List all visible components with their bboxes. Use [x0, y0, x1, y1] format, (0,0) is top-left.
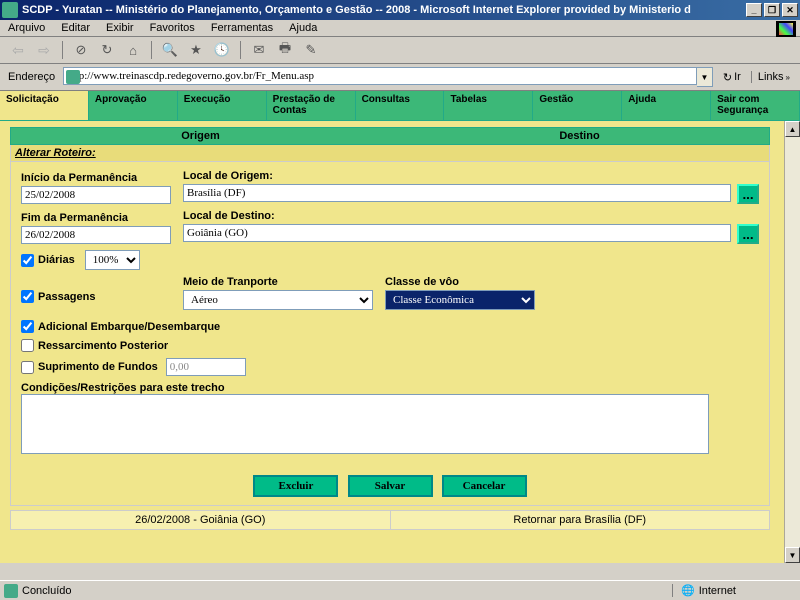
menu-bar: Arquivo Editar Exibir Favoritos Ferramen…	[0, 20, 800, 37]
origem-input[interactable]	[183, 184, 731, 202]
diarias-checkbox[interactable]	[21, 254, 34, 267]
footer-right[interactable]: Retornar para Brasília (DF)	[391, 511, 770, 529]
menu-favoritos[interactable]: Favoritos	[150, 22, 195, 34]
restore-button[interactable]: ❐	[764, 3, 780, 17]
links-button[interactable]: Links»	[751, 71, 796, 83]
excluir-button[interactable]: Excluir	[253, 475, 338, 497]
mail-button[interactable]: ✉	[249, 40, 269, 60]
close-button[interactable]: ✕	[782, 3, 798, 17]
inicio-input[interactable]	[21, 186, 171, 204]
suprimento-checkbox[interactable]	[21, 361, 34, 374]
scroll-down-icon[interactable]: ▼	[785, 547, 800, 563]
menu-arquivo[interactable]: Arquivo	[8, 22, 45, 34]
suprimento-label: Suprimento de Fundos	[38, 361, 158, 373]
suprimento-input[interactable]	[166, 358, 246, 376]
destino-label: Local de Destino:	[183, 210, 759, 222]
tab-aprovacao[interactable]: Aprovação	[89, 91, 178, 120]
adicional-label: Adicional Embarque/Desembarque	[38, 321, 220, 333]
fim-input[interactable]	[21, 226, 171, 244]
footer-left[interactable]: 26/02/2008 - Goiânia (GO)	[11, 511, 391, 529]
address-bar: Endereço ▼ ↻Ir Links»	[0, 64, 800, 91]
tab-execucao[interactable]: Execução	[178, 91, 267, 120]
status-bar: Concluído 🌐 Internet	[0, 580, 800, 600]
status-page-icon	[4, 584, 18, 598]
print-button[interactable]: 🖶	[275, 40, 295, 60]
tab-gestao[interactable]: Gestão	[533, 91, 622, 120]
ie-icon	[2, 2, 18, 18]
back-button[interactable]: ⇦	[8, 40, 28, 60]
classe-label: Classe de vôo	[385, 276, 535, 288]
salvar-button[interactable]: Salvar	[348, 475, 433, 497]
footer-row: 26/02/2008 - Goiânia (GO) Retornar para …	[10, 510, 770, 530]
classe-select[interactable]: Classe Econômica	[385, 290, 535, 310]
scrollbar[interactable]: ▲ ▼	[784, 121, 800, 563]
cancelar-button[interactable]: Cancelar	[442, 475, 527, 497]
forward-button[interactable]: ⇨	[34, 40, 54, 60]
ressarcimento-checkbox[interactable]	[21, 339, 34, 352]
origem-destino-header: Origem Destino	[10, 127, 770, 145]
destino-input[interactable]	[183, 224, 731, 242]
header-origem[interactable]: Origem	[11, 128, 390, 144]
history-button[interactable]: 🕓	[212, 40, 232, 60]
edit-button[interactable]: ✎	[301, 40, 321, 60]
passagens-label: Passagens	[38, 291, 95, 303]
tab-solicitacao[interactable]: Solicitação	[0, 91, 89, 120]
toolbar: ⇦ ⇨ ⊘ ↻ ⌂ 🔍 ★ 🕓 ✉ 🖶 ✎	[0, 37, 800, 64]
destino-lookup-button[interactable]: ...	[737, 224, 759, 244]
menu-ajuda[interactable]: Ajuda	[289, 22, 317, 34]
windows-logo-icon	[776, 21, 796, 37]
inicio-label: Início da Permanência	[21, 172, 171, 184]
content-area: ▲ ▼ Origem Destino Alterar Roteiro: Iníc…	[0, 121, 800, 563]
diarias-label: Diárias	[38, 254, 75, 266]
tab-consultas[interactable]: Consultas	[356, 91, 445, 120]
stop-button[interactable]: ⊘	[71, 40, 91, 60]
passagens-checkbox[interactable]	[21, 290, 34, 303]
scroll-up-icon[interactable]: ▲	[785, 121, 800, 137]
ressarcimento-label: Ressarcimento Posterior	[38, 340, 168, 352]
page-icon	[66, 70, 80, 84]
meio-select[interactable]: Aéreo	[183, 290, 373, 310]
refresh-button[interactable]: ↻	[97, 40, 117, 60]
minimize-button[interactable]: _	[746, 3, 762, 17]
menu-ferramentas[interactable]: Ferramentas	[211, 22, 273, 34]
menu-editar[interactable]: Editar	[61, 22, 90, 34]
window-title: SCDP - Yuratan -- Ministério do Planejam…	[22, 4, 691, 16]
favorites-button[interactable]: ★	[186, 40, 206, 60]
condicoes-label: Condições/Restrições para este trecho	[21, 382, 225, 394]
menu-exibir[interactable]: Exibir	[106, 22, 134, 34]
nav-tabs: Solicitação Aprovação Execução Prestação…	[0, 91, 800, 121]
globe-icon: 🌐	[681, 584, 695, 597]
title-bar: SCDP - Yuratan -- Ministério do Planejam…	[0, 0, 800, 20]
home-button[interactable]: ⌂	[123, 40, 143, 60]
origem-label: Local de Origem:	[183, 170, 759, 182]
header-destino[interactable]: Destino	[390, 128, 769, 144]
address-label: Endereço	[4, 71, 59, 83]
meio-label: Meio de Tranporte	[183, 276, 373, 288]
section-title: Alterar Roteiro:	[10, 145, 770, 162]
tab-prestacao[interactable]: Prestação de Contas	[267, 91, 356, 120]
condicoes-textarea[interactable]	[21, 394, 709, 454]
diarias-select[interactable]: 100%	[85, 250, 140, 270]
search-button[interactable]: 🔍	[160, 40, 180, 60]
origem-lookup-button[interactable]: ...	[737, 184, 759, 204]
url-dropdown[interactable]: ▼	[697, 67, 713, 87]
adicional-checkbox[interactable]	[21, 320, 34, 333]
tab-ajuda[interactable]: Ajuda	[622, 91, 711, 120]
tab-sair[interactable]: Sair com Segurança	[711, 91, 800, 120]
zone-text: Internet	[699, 585, 736, 597]
go-button[interactable]: ↻Ir	[717, 71, 747, 84]
fim-label: Fim da Permanência	[21, 212, 171, 224]
tab-tabelas[interactable]: Tabelas	[444, 91, 533, 120]
status-text: Concluído	[22, 585, 72, 597]
url-input[interactable]	[63, 67, 697, 85]
